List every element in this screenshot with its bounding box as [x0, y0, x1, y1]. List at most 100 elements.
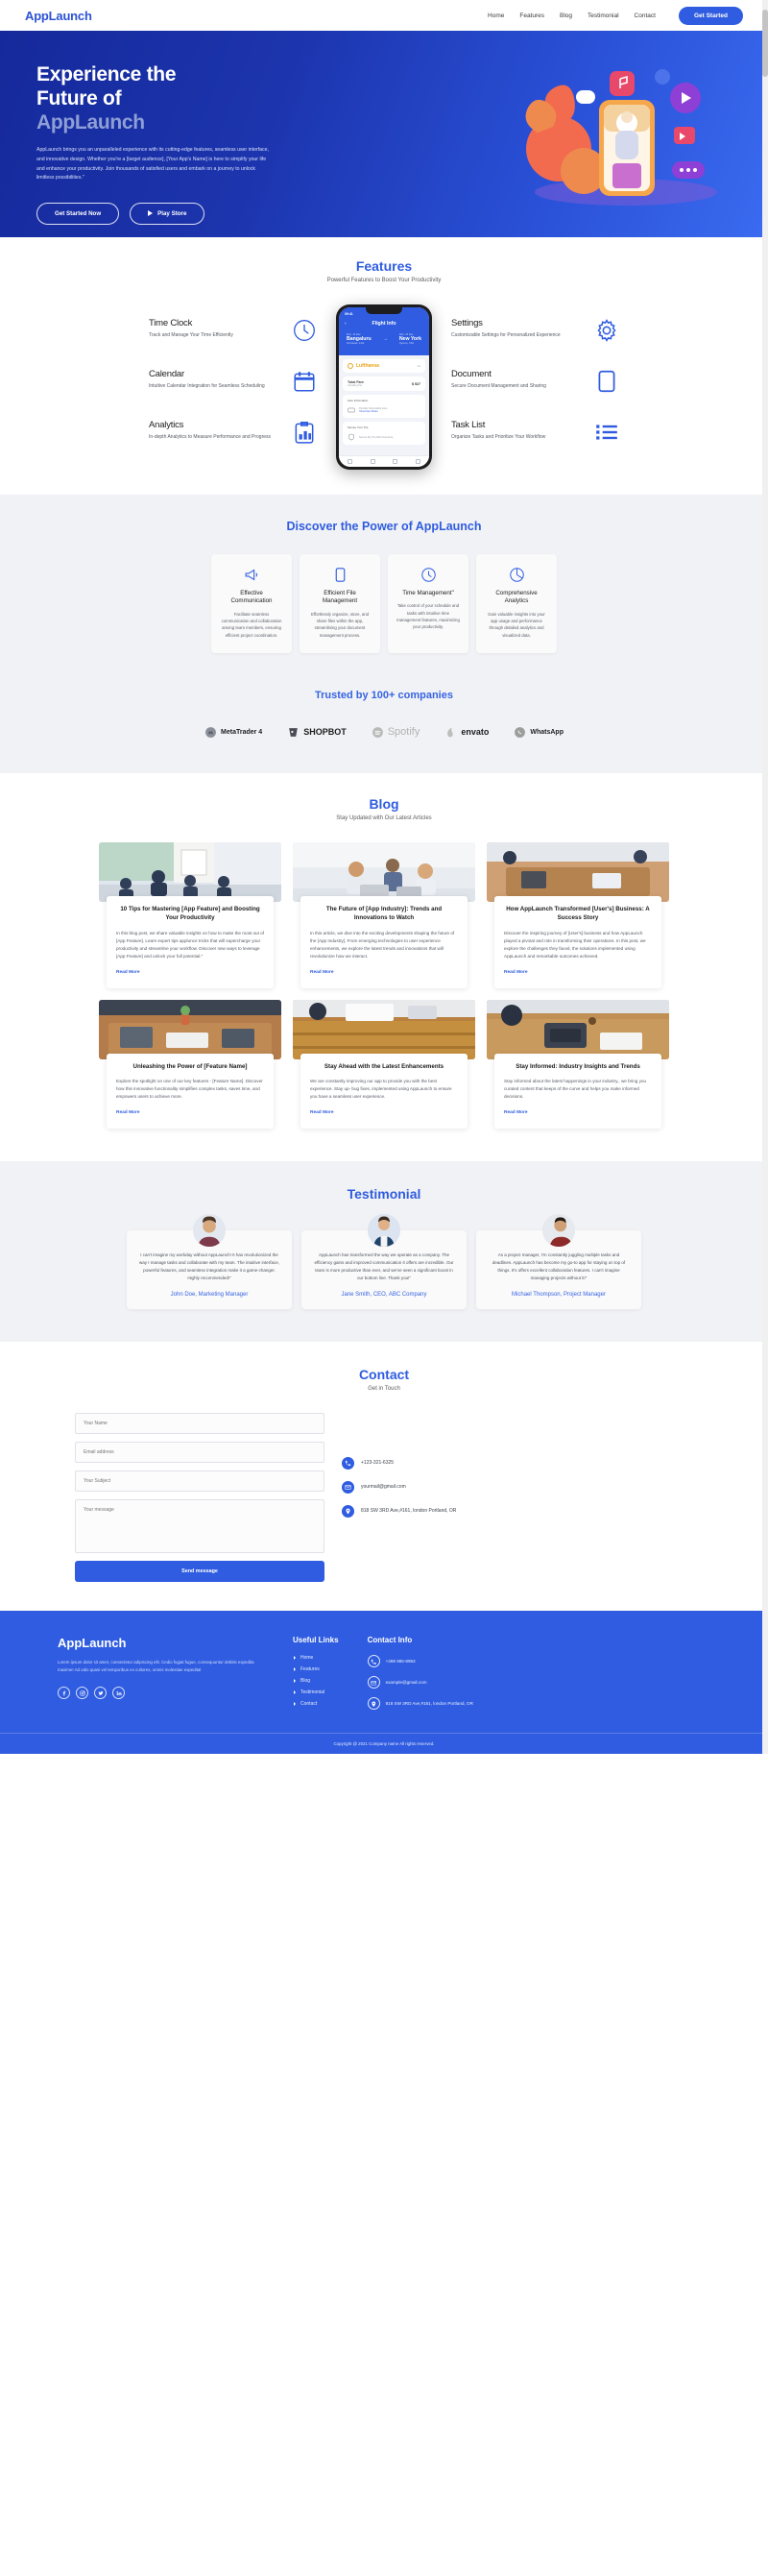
clock-icon [420, 567, 437, 583]
feature-desc: Intuitive Calendar Integration for Seaml… [149, 383, 265, 389]
discover-card-time-management[interactable]: Time Management" Take control of your sc… [388, 554, 468, 653]
footer-link-home[interactable]: Home [293, 1655, 339, 1661]
calendar-icon [292, 369, 317, 394]
linkedin-icon[interactable] [112, 1687, 125, 1700]
hero-section: Experience the Future of AppLaunch AppLa… [0, 31, 768, 237]
send-message-button[interactable]: Send message [75, 1561, 324, 1583]
twitter-icon[interactable] [94, 1687, 107, 1700]
phone-airline-name: Lufthansa [356, 363, 379, 369]
instagram-icon[interactable] [76, 1687, 88, 1700]
bullet-icon [294, 1690, 296, 1695]
blog-card[interactable]: Stay Informed: Industry Insights and Tre… [487, 999, 669, 1130]
read-more-link[interactable]: Read More [504, 1110, 528, 1115]
email-input[interactable] [75, 1442, 324, 1464]
blog-card[interactable]: Unleashing the Power of [Feature Name] E… [99, 999, 281, 1130]
feature-item-settings[interactable]: Settings Customizable Settings for Perso… [451, 318, 619, 343]
phone-screen-title: Flight Info [372, 321, 396, 327]
ticket-icon [348, 407, 355, 413]
message-textarea[interactable] [75, 1499, 324, 1554]
nav-link-home[interactable]: Home [488, 12, 504, 19]
discover-card-file-management[interactable]: Efficient File Management Effortlessly o… [300, 554, 380, 653]
bullet-icon [294, 1702, 296, 1707]
phone-fare-rules-link[interactable]: View Fare Rules [359, 410, 387, 413]
get-started-button[interactable]: Get Started [678, 6, 743, 25]
shopbot-mark-icon [289, 728, 299, 737]
feature-name: Calendar [149, 369, 184, 379]
blog-card-heading: Unleashing the Power of [Feature Name] [132, 1062, 248, 1070]
hero-get-started-button[interactable]: Get Started Now [36, 202, 120, 225]
footer-link-label: Home [300, 1655, 314, 1662]
blog-card[interactable]: How AppLaunch Transformed [User's] Busin… [487, 841, 669, 988]
blog-card-text: We are constantly improving our app to p… [310, 1078, 452, 1099]
discover-card-text: Effortlessly organize, store, and share … [310, 611, 370, 638]
pie-chart-icon [509, 567, 525, 583]
feature-name: Time Clock [149, 318, 193, 328]
footer-link-features[interactable]: Features [293, 1666, 339, 1672]
facebook-icon[interactable] [58, 1687, 70, 1700]
footer-link-testimonial[interactable]: Testimonial [293, 1689, 339, 1695]
nav-link-features[interactable]: Features [519, 12, 544, 19]
brand-logo[interactable]: AppLaunch [25, 9, 92, 23]
logo-label: envato [461, 727, 490, 738]
bullet-icon [294, 1667, 296, 1672]
footer-link-blog[interactable]: Blog [293, 1678, 339, 1684]
footer-link-label: Contact [300, 1701, 318, 1708]
hero-buttons: Get Started Now Play Store [36, 202, 315, 225]
blog-image [293, 999, 475, 1059]
phone-tab-icon[interactable] [348, 459, 353, 464]
feature-desc: Organize Tasks and Prioritize Your Workf… [451, 434, 546, 440]
name-input[interactable] [75, 1413, 324, 1435]
contact-email-row[interactable]: yourmail@gmail.com [342, 1481, 456, 1495]
hero-play-store-button[interactable]: Play Store [130, 202, 205, 225]
footer-link-contact[interactable]: Contact [293, 1701, 339, 1707]
scrollbar-thumb[interactable] [762, 10, 768, 77]
footer-phone-row[interactable]: +369 985-8953 [367, 1655, 473, 1668]
blog-card-text: In this blog post, we share valuable ins… [116, 930, 264, 959]
read-more-link[interactable]: Read More [116, 970, 140, 975]
contact-section: Contact Get in Touch Send message +123-3… [0, 1342, 768, 1612]
phone-back-icon[interactable]: ‹ [345, 321, 347, 327]
phone-tab-icon[interactable] [415, 459, 420, 464]
discover-card-analytics[interactable]: Comprehensive Analytics Gain valuable in… [476, 554, 557, 653]
blog-image [99, 841, 281, 902]
read-more-link[interactable]: Read More [504, 970, 528, 975]
phone-secure-label: Secure Your Trip [348, 425, 369, 429]
phone-fare-card: Total Fare Including Tax $ 527 [343, 377, 425, 391]
testimonial-quote: AppLaunch has transformed the way we ope… [314, 1252, 454, 1281]
nav-link-contact[interactable]: Contact [635, 12, 656, 19]
discover-card-text: Facilitate seamless communication and co… [221, 611, 282, 638]
phone-airline-code: LH [417, 364, 420, 368]
contact-phone-row[interactable]: +123-321-6325 [342, 1457, 456, 1470]
nav-link-testimonial[interactable]: Testimonial [588, 12, 619, 19]
blog-image [293, 841, 475, 902]
footer-address-row[interactable]: 818 SW 3RD Ave,#161, london Portland, OR [367, 1697, 473, 1711]
blog-card[interactable]: Stay Ahead with the Latest Enhancements … [293, 999, 475, 1130]
blog-card[interactable]: The Future of [App Industry]: Trends and… [293, 841, 475, 988]
feature-item-analytics[interactable]: Analytics In-depth Analytics to Measure … [149, 420, 317, 445]
read-more-link[interactable]: Read More [116, 1110, 140, 1115]
testimonial-card: I can't imagine my workday without AppLa… [127, 1214, 292, 1310]
contact-address-row[interactable]: 818 SW 3RD Ave,#161, london Portland, OR [342, 1505, 456, 1519]
read-more-link[interactable]: Read More [310, 1110, 334, 1115]
envato-mark-icon [447, 727, 454, 738]
logo-label: MetaTrader 4 [221, 728, 263, 736]
blog-card[interactable]: 10 Tips for Mastering [App Feature] and … [99, 841, 281, 988]
footer-contact-column: Contact Info +369 985-8953 example@gmail… [367, 1636, 473, 1711]
logo-envato: envato [444, 726, 489, 739]
features-section: Features Powerful Features to Boost Your… [0, 237, 768, 495]
page-scrollbar[interactable] [762, 0, 768, 1755]
subject-input[interactable] [75, 1470, 324, 1493]
phone-tab-icon[interactable] [393, 459, 398, 464]
list-icon [594, 420, 619, 445]
read-more-link[interactable]: Read More [310, 970, 334, 975]
feature-item-time-clock[interactable]: Time Clock Track and Manage Your Time Ef… [149, 318, 317, 343]
features-subtitle: Powerful Features to Boost Your Producti… [326, 278, 442, 283]
footer-email-row[interactable]: example@gmail.com [367, 1676, 473, 1689]
blog-image [99, 999, 281, 1059]
feature-item-document[interactable]: Document Secure Document Management and … [451, 369, 619, 394]
discover-card-communication[interactable]: Effective Communication Facilitate seaml… [211, 554, 292, 653]
nav-link-blog[interactable]: Blog [560, 12, 572, 19]
feature-item-calendar[interactable]: Calendar Intuitive Calendar Integration … [149, 369, 317, 394]
phone-tab-icon[interactable] [370, 459, 375, 464]
feature-item-task-list[interactable]: Task List Organize Tasks and Prioritize … [451, 420, 619, 445]
